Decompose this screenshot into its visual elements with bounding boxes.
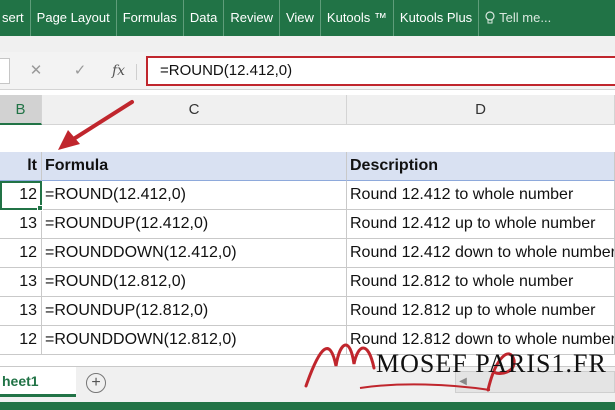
ribbon-gap — [0, 36, 615, 52]
lightbulb-icon — [485, 11, 495, 24]
description-cell[interactable]: Round 12.412 up to whole number — [347, 210, 615, 239]
cancel-icon[interactable]: ✕ — [26, 60, 46, 82]
table-row: 13 =ROUNDUP(12.812,0) Round 12.812 up to… — [0, 297, 615, 326]
fill-handle[interactable] — [37, 205, 43, 211]
result-cell[interactable]: 13 — [0, 210, 42, 239]
tab-kutools-plus[interactable]: Kutools Plus — [394, 0, 480, 36]
description-cell[interactable]: Round 12.812 down to whole number — [347, 326, 615, 355]
table-row: 13 =ROUNDUP(12.412,0) Round 12.412 up to… — [0, 210, 615, 239]
ribbon-menu-bar: sert Page Layout Formulas Data Review Vi… — [0, 0, 615, 36]
add-sheet-icon[interactable]: + — [86, 373, 106, 393]
name-box[interactable] — [0, 58, 10, 84]
description-cell[interactable]: Round 12.412 down to whole number — [347, 239, 615, 268]
tab-view[interactable]: View — [280, 0, 321, 36]
enter-check-icon[interactable]: ✓ — [70, 60, 90, 82]
column-header-b[interactable]: B — [0, 95, 42, 125]
header-result[interactable]: lt — [0, 152, 42, 181]
insert-function-button[interactable]: fx — [112, 60, 125, 82]
table-header-row: lt Formula Description — [0, 152, 615, 181]
result-cell[interactable]: 13 — [0, 268, 42, 297]
formula-bar-divider — [136, 64, 137, 80]
sheet-tab-bar: heet1 + ◀ — [0, 366, 615, 402]
tab-kutools[interactable]: Kutools ™ — [321, 0, 394, 36]
sheet-tab-sheet1[interactable]: heet1 — [0, 367, 76, 397]
result-cell[interactable]: 12 — [0, 181, 42, 210]
status-bar — [0, 402, 615, 410]
result-cell[interactable]: 12 — [0, 326, 42, 355]
formula-cell[interactable]: =ROUNDDOWN(12.412,0) — [42, 239, 347, 268]
formula-cell[interactable]: =ROUND(12.412,0) — [42, 181, 347, 210]
formula-input[interactable]: =ROUND(12.412,0) — [146, 56, 615, 86]
tab-data[interactable]: Data — [184, 0, 225, 36]
scroll-left-icon[interactable]: ◀ — [456, 372, 470, 392]
tab-page-layout[interactable]: Page Layout — [31, 0, 117, 36]
table-row: 12 =ROUNDDOWN(12.812,0) Round 12.812 dow… — [0, 326, 615, 355]
header-description[interactable]: Description — [347, 152, 615, 181]
table-row: 13 =ROUND(12.812,0) Round 12.812 to whol… — [0, 268, 615, 297]
formula-cell[interactable]: =ROUNDUP(12.412,0) — [42, 210, 347, 239]
description-cell[interactable]: Round 12.812 to whole number — [347, 268, 615, 297]
table-row: 12 =ROUND(12.412,0) Round 12.412 to whol… — [0, 181, 615, 210]
tab-review[interactable]: Review — [224, 0, 280, 36]
description-cell[interactable]: Round 12.412 to whole number — [347, 181, 615, 210]
formula-bar: ✕ ✓ fx =ROUND(12.412,0) — [0, 52, 615, 90]
result-cell[interactable]: 13 — [0, 297, 42, 326]
formula-cell[interactable]: =ROUND(12.812,0) — [42, 268, 347, 297]
tab-insert[interactable]: sert — [0, 0, 31, 36]
annotation-arrow-icon — [58, 100, 134, 150]
formula-cell[interactable]: =ROUNDDOWN(12.812,0) — [42, 326, 347, 355]
tab-formulas[interactable]: Formulas — [117, 0, 184, 36]
table-row: 12 =ROUNDDOWN(12.412,0) Round 12.412 dow… — [0, 239, 615, 268]
formula-cell[interactable]: =ROUNDUP(12.812,0) — [42, 297, 347, 326]
tell-me-label: Tell me... — [499, 10, 552, 25]
horizontal-scrollbar[interactable]: ◀ — [455, 371, 615, 393]
description-cell[interactable]: Round 12.812 up to whole number — [347, 297, 615, 326]
result-cell[interactable]: 12 — [0, 239, 42, 268]
column-header-d[interactable]: D — [347, 95, 615, 125]
header-formula[interactable]: Formula — [42, 152, 347, 181]
tell-me-box[interactable]: Tell me... — [479, 0, 557, 36]
